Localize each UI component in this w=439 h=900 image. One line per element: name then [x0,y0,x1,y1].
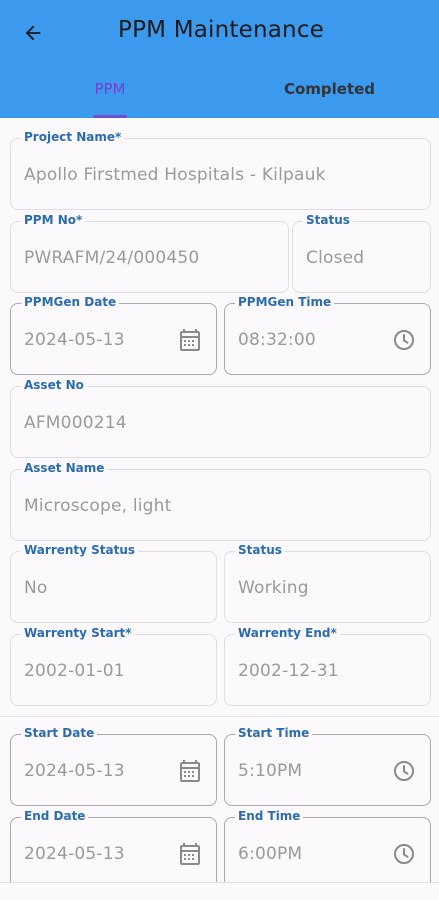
field-label: PPM No* [21,213,86,227]
section-divider [0,716,439,717]
warrenty-status-field[interactable]: Warrenty Status No [10,543,217,623]
field-value: 08:32:00 [238,330,316,350]
field-label: Start Date [21,726,98,740]
field-value: AFM000214 [24,413,127,433]
tab-completed[interactable]: Completed [220,80,439,118]
tab-ppm[interactable]: PPM [0,80,220,118]
field-value: PWRAFM/24/000450 [24,248,200,268]
ppm-no-field[interactable]: PPM No* PWRAFM/24/000450 [10,213,289,293]
field-label: Asset No [21,378,87,392]
field-value: 2002-12-31 [238,661,339,681]
calendar-icon[interactable] [178,328,202,352]
warrenty-end-field[interactable]: Warrenty End* 2002-12-31 [224,626,431,706]
field-value: Microscope, light [24,496,172,516]
start-time-field[interactable]: Start Time 5:10PM [224,726,431,806]
field-label: End Time [235,809,304,823]
form-content[interactable]: Project Name* Apollo Firstmed Hospitals … [0,118,439,882]
field-value: Apollo Firstmed Hospitals - Kilpauk [24,165,326,185]
clock-icon[interactable] [392,328,416,352]
field-value: 2024-05-13 [24,761,125,781]
tab-label: PPM [94,80,126,98]
ppmgen-date-field[interactable]: PPMGen Date 2024-05-13 [10,295,217,375]
field-value: Working [238,578,309,598]
asset-status-field[interactable]: Status Working [224,543,431,623]
clock-icon[interactable] [392,842,416,866]
field-value: Closed [306,248,365,268]
field-label: PPMGen Time [235,295,335,309]
field-label: Warrenty Start* [21,626,135,640]
asset-name-field[interactable]: Asset Name Microscope, light [10,461,431,541]
field-value: 2024-05-13 [24,330,125,350]
back-button[interactable] [18,18,48,48]
calendar-icon[interactable] [178,759,202,783]
field-label: PPMGen Date [21,295,120,309]
project-name-field[interactable]: Project Name* Apollo Firstmed Hospitals … [10,130,431,210]
ppmgen-time-field[interactable]: PPMGen Time 08:32:00 [224,295,431,375]
clock-icon[interactable] [392,759,416,783]
arrow-left-icon [25,25,41,41]
field-label: Asset Name [21,461,108,475]
field-value: 5:10PM [238,761,303,781]
bottom-bar [0,882,439,900]
field-value: 6:00PM [238,844,303,864]
ppm-status-field[interactable]: Status Closed [292,213,431,293]
field-value: 2002-01-01 [24,661,125,681]
end-date-field[interactable]: End Date 2024-05-13 [10,809,217,882]
field-label: Start Time [235,726,313,740]
field-label: End Date [21,809,89,823]
start-date-field[interactable]: Start Date 2024-05-13 [10,726,217,806]
field-label: Warrenty End* [235,626,340,640]
app-bar: PPM Maintenance PPM Completed [0,0,439,118]
calendar-icon[interactable] [178,842,202,866]
field-label: Project Name* [21,130,125,144]
field-label: Status [303,213,353,227]
field-value: No [24,578,48,598]
tab-label: Completed [283,80,376,98]
field-label: Status [235,543,285,557]
field-value: 2024-05-13 [24,844,125,864]
warrenty-start-field[interactable]: Warrenty Start* 2002-01-01 [10,626,217,706]
page-title: PPM Maintenance [118,17,325,43]
asset-no-field[interactable]: Asset No AFM000214 [10,378,431,458]
end-time-field[interactable]: End Time 6:00PM [224,809,431,882]
field-label: Warrenty Status [21,543,139,557]
